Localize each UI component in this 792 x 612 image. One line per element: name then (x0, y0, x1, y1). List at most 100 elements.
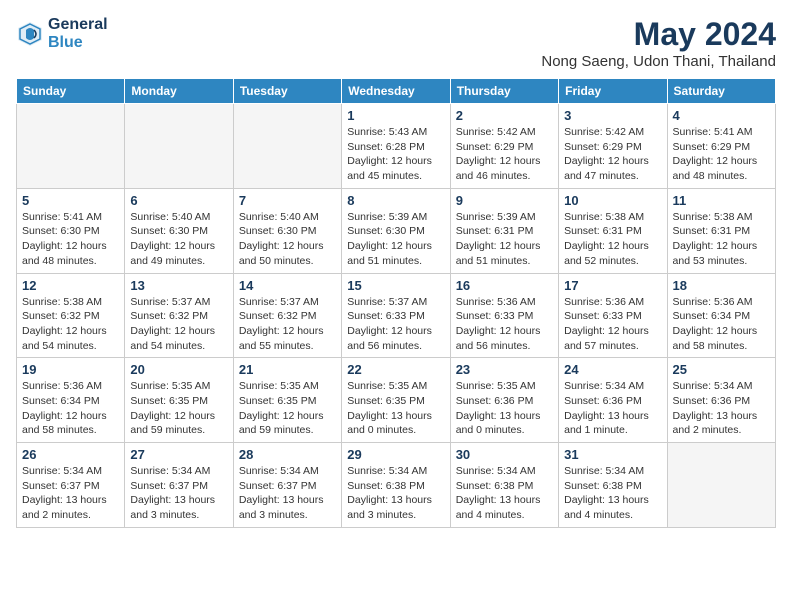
calendar-week-row: 12Sunrise: 5:38 AM Sunset: 6:32 PM Dayli… (17, 273, 776, 358)
calendar-cell: 5Sunrise: 5:41 AM Sunset: 6:30 PM Daylig… (17, 188, 125, 273)
day-number: 17 (564, 278, 661, 293)
calendar-cell (667, 443, 775, 528)
calendar-cell: 20 Sunrise: 5:35 AM Sunset: 6:35 PM Dayli… (125, 358, 233, 443)
day-info: Sunrise: 5:35 AM Sunset: 6:35 PM Dayligh… (347, 379, 444, 438)
day-number: 14 (239, 278, 336, 293)
day-number: 19 (22, 362, 119, 377)
title-block: May 2024 Nong Saeng, Udon Thani, Thailan… (541, 16, 776, 70)
calendar-cell: 19Sunrise: 5:36 AM Sunset: 6:34 PM Dayli… (17, 358, 125, 443)
calendar-cell: 30Sunrise: 5:34 AM Sunset: 6:38 PM Dayli… (450, 443, 558, 528)
day-info: Sunrise: 5:41 AM Sunset: 6:30 PM Dayligh… (22, 210, 119, 269)
day-info: Sunrise: 5:35 AM Sunset: 6:35 PM Dayligh… (239, 379, 336, 438)
day-info: Sunrise: 5:34 AM Sunset: 6:37 PM Dayligh… (130, 464, 227, 523)
day-number: 23 (456, 362, 553, 377)
day-number: 25 (673, 362, 770, 377)
calendar-week-row: 26 Sunrise: 5:34 AM Sunset: 6:37 PM Dayli… (17, 443, 776, 528)
day-number: 27 (130, 447, 227, 462)
calendar-cell: 6 Sunrise: 5:40 AM Sunset: 6:30 PM Daylig… (125, 188, 233, 273)
day-info: Sunrise: 5:36 AM Sunset: 6:34 PM Dayligh… (673, 295, 770, 354)
calendar-cell (125, 104, 233, 189)
weekday-header-thursday: Thursday (450, 79, 558, 104)
calendar-cell: 18 Sunrise: 5:36 AM Sunset: 6:34 PM Dayli… (667, 273, 775, 358)
day-info: Sunrise: 5:34 AM Sunset: 6:37 PM Dayligh… (239, 464, 336, 523)
day-info: Sunrise: 5:34 AM Sunset: 6:38 PM Dayligh… (347, 464, 444, 523)
day-number: 9 (456, 193, 553, 208)
month-title: May 2024 (541, 16, 776, 53)
weekday-header-wednesday: Wednesday (342, 79, 450, 104)
weekday-header-friday: Friday (559, 79, 667, 104)
day-info: Sunrise: 5:34 AM Sunset: 6:38 PM Dayligh… (564, 464, 661, 523)
day-info: Sunrise: 5:41 AM Sunset: 6:29 PM Dayligh… (673, 125, 770, 184)
calendar-week-row: 1Sunrise: 5:43 AM Sunset: 6:28 PM Daylig… (17, 104, 776, 189)
calendar-cell: 1Sunrise: 5:43 AM Sunset: 6:28 PM Daylig… (342, 104, 450, 189)
day-number: 3 (564, 108, 661, 123)
location: Nong Saeng, Udon Thani, Thailand (541, 53, 776, 70)
calendar-cell: 28 Sunrise: 5:34 AM Sunset: 6:37 PM Dayli… (233, 443, 341, 528)
day-number: 29 (347, 447, 444, 462)
calendar-header-row: SundayMondayTuesdayWednesdayThursdayFrid… (17, 79, 776, 104)
calendar-cell: 21 Sunrise: 5:35 AM Sunset: 6:35 PM Dayli… (233, 358, 341, 443)
day-number: 4 (673, 108, 770, 123)
day-number: 28 (239, 447, 336, 462)
calendar-cell: 12Sunrise: 5:38 AM Sunset: 6:32 PM Dayli… (17, 273, 125, 358)
weekday-header-monday: Monday (125, 79, 233, 104)
day-number: 8 (347, 193, 444, 208)
weekday-header-sunday: Sunday (17, 79, 125, 104)
day-info: Sunrise: 5:38 AM Sunset: 6:31 PM Dayligh… (673, 210, 770, 269)
day-info: Sunrise: 5:34 AM Sunset: 6:36 PM Dayligh… (673, 379, 770, 438)
calendar-cell: 17 Sunrise: 5:36 AM Sunset: 6:33 PM Dayli… (559, 273, 667, 358)
calendar-cell (233, 104, 341, 189)
calendar-cell: 7 Sunrise: 5:40 AM Sunset: 6:30 PM Daylig… (233, 188, 341, 273)
logo-text-line2: Blue (48, 34, 108, 52)
calendar-cell (17, 104, 125, 189)
day-info: Sunrise: 5:37 AM Sunset: 6:32 PM Dayligh… (130, 295, 227, 354)
calendar-cell: 22Sunrise: 5:35 AM Sunset: 6:35 PM Dayli… (342, 358, 450, 443)
logo-icon (16, 20, 44, 48)
day-number: 20 (130, 362, 227, 377)
day-info: Sunrise: 5:38 AM Sunset: 6:31 PM Dayligh… (564, 210, 661, 269)
calendar-cell: 23 Sunrise: 5:35 AM Sunset: 6:36 PM Dayli… (450, 358, 558, 443)
day-number: 31 (564, 447, 661, 462)
day-info: Sunrise: 5:35 AM Sunset: 6:35 PM Dayligh… (130, 379, 227, 438)
day-info: Sunrise: 5:39 AM Sunset: 6:30 PM Dayligh… (347, 210, 444, 269)
day-info: Sunrise: 5:36 AM Sunset: 6:33 PM Dayligh… (564, 295, 661, 354)
day-number: 10 (564, 193, 661, 208)
day-number: 2 (456, 108, 553, 123)
logo: General Blue (16, 16, 108, 51)
calendar-cell: 26 Sunrise: 5:34 AM Sunset: 6:37 PM Dayli… (17, 443, 125, 528)
day-number: 26 (22, 447, 119, 462)
day-number: 12 (22, 278, 119, 293)
calendar-cell: 11 Sunrise: 5:38 AM Sunset: 6:31 PM Dayli… (667, 188, 775, 273)
day-number: 6 (130, 193, 227, 208)
day-info: Sunrise: 5:35 AM Sunset: 6:36 PM Dayligh… (456, 379, 553, 438)
logo-text-line1: General (48, 16, 108, 34)
day-info: Sunrise: 5:40 AM Sunset: 6:30 PM Dayligh… (130, 210, 227, 269)
day-number: 11 (673, 193, 770, 208)
day-info: Sunrise: 5:39 AM Sunset: 6:31 PM Dayligh… (456, 210, 553, 269)
weekday-header-tuesday: Tuesday (233, 79, 341, 104)
calendar-cell: 9 Sunrise: 5:39 AM Sunset: 6:31 PM Daylig… (450, 188, 558, 273)
day-number: 7 (239, 193, 336, 208)
calendar-cell: 8 Sunrise: 5:39 AM Sunset: 6:30 PM Daylig… (342, 188, 450, 273)
day-info: Sunrise: 5:36 AM Sunset: 6:33 PM Dayligh… (456, 295, 553, 354)
day-number: 21 (239, 362, 336, 377)
calendar-cell: 27 Sunrise: 5:34 AM Sunset: 6:37 PM Dayli… (125, 443, 233, 528)
day-info: Sunrise: 5:37 AM Sunset: 6:32 PM Dayligh… (239, 295, 336, 354)
day-number: 16 (456, 278, 553, 293)
calendar-cell: 15Sunrise: 5:37 AM Sunset: 6:33 PM Dayli… (342, 273, 450, 358)
calendar-cell: 31 Sunrise: 5:34 AM Sunset: 6:38 PM Dayli… (559, 443, 667, 528)
calendar-cell: 3Sunrise: 5:42 AM Sunset: 6:29 PM Daylig… (559, 104, 667, 189)
day-info: Sunrise: 5:34 AM Sunset: 6:37 PM Dayligh… (22, 464, 119, 523)
day-info: Sunrise: 5:34 AM Sunset: 6:38 PM Dayligh… (456, 464, 553, 523)
calendar-cell: 16 Sunrise: 5:36 AM Sunset: 6:33 PM Dayli… (450, 273, 558, 358)
calendar-table: SundayMondayTuesdayWednesdayThursdayFrid… (16, 78, 776, 528)
calendar-cell: 10 Sunrise: 5:38 AM Sunset: 6:31 PM Dayli… (559, 188, 667, 273)
day-number: 18 (673, 278, 770, 293)
day-info: Sunrise: 5:42 AM Sunset: 6:29 PM Dayligh… (456, 125, 553, 184)
day-info: Sunrise: 5:40 AM Sunset: 6:30 PM Dayligh… (239, 210, 336, 269)
day-number: 13 (130, 278, 227, 293)
calendar-cell: 29 Sunrise: 5:34 AM Sunset: 6:38 PM Dayli… (342, 443, 450, 528)
day-number: 1 (347, 108, 444, 123)
page-header: General Blue May 2024 Nong Saeng, Udon T… (16, 16, 776, 70)
calendar-cell: 4 Sunrise: 5:41 AM Sunset: 6:29 PM Daylig… (667, 104, 775, 189)
